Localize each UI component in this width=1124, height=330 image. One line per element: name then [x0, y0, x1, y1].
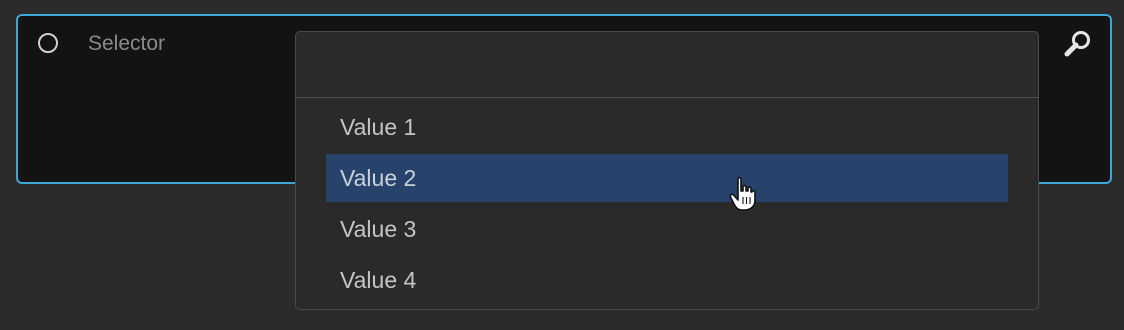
dropdown-input[interactable] [296, 32, 1038, 98]
dropdown-option-value-4[interactable]: Value 4 [326, 256, 1008, 304]
selector-label: Selector [88, 32, 166, 55]
dropdown-option-value-1[interactable]: Value 1 [326, 103, 1008, 151]
dropdown-option-value-3[interactable]: Value 3 [326, 205, 1008, 253]
dropdown-option-value-2[interactable]: Value 2 [326, 154, 1008, 202]
search-icon[interactable] [1062, 28, 1096, 62]
hand-cursor-icon [728, 176, 758, 212]
radio-icon[interactable] [38, 33, 58, 53]
dropdown-menu[interactable]: Value 1 Value 2 Value 3 Value 4 [295, 31, 1039, 310]
